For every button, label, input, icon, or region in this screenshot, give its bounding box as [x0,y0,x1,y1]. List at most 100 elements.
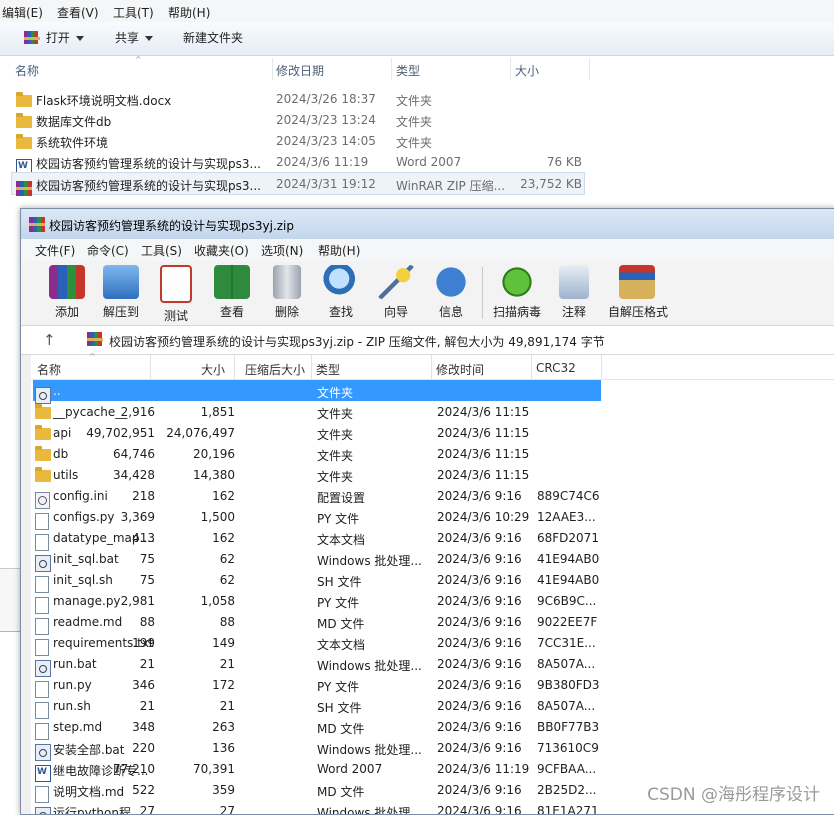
archive-row[interactable]: 安装全部.bat 220 136 Windows 批处理... 2024/3/6 9:1… [33,737,601,761]
file-row[interactable]: 系统软件环境 2024/3/23 14:05 文件夹 [12,130,584,151]
find-button[interactable]: 查找 [313,265,369,320]
archive-packed-size: 24,076,497 [166,426,235,440]
parent-folder-icon [35,383,51,404]
file-row[interactable]: Flask环境说明文档.docx 2024/3/26 18:37 文件夹 [12,88,584,109]
archive-file-name: db [53,447,69,461]
archive-file-type: SH 文件 [317,575,362,589]
archive-modified-time: 2024/3/6 11:15 [437,426,530,440]
archive-row[interactable]: utils 34,428 14,380 文件夹 2024/3/6 11:15 [33,464,601,485]
add-button[interactable]: 添加 [39,265,95,320]
column-divider[interactable] [311,355,312,379]
archive-crc32: 8A507A... [537,699,596,713]
comment-button[interactable]: 注释 [546,265,602,320]
archive-row-selected[interactable]: .. 文件夹 [33,380,601,404]
file-name: 校园访客预约管理系统的设计与实现ps3... [36,179,261,193]
batch-file-icon [35,656,51,677]
archive-row[interactable]: __pycache__ 2,916 1,851 文件夹 2024/3/6 11:15 [33,401,601,422]
archive-row[interactable]: configs.py 3,369 1,500 PY 文件 2024/3/6 10:29 1… [33,506,601,530]
file-date: 2024/3/6 11:19 [276,155,369,169]
file-icon [35,572,51,593]
wizard-button[interactable]: 向导 [368,265,424,320]
archive-row[interactable]: readme.md 88 88 MD 文件 2024/3/6 9:16 9022EE7F [33,611,601,635]
archive-row[interactable]: datatype_map.... 413 162 文本文档 2024/3/6 9:16 6… [33,527,601,551]
winrar-archive-icon [16,177,32,196]
column-type[interactable]: 类型 [396,62,420,79]
menu-favorites[interactable]: 收藏夹(O) [194,242,249,259]
watermark: CSDN @海彤程序设计 [647,785,820,805]
menu-commands[interactable]: 命令(C) [87,242,129,259]
batch-file-icon [35,740,51,761]
tool-label: 解压到 [102,305,139,319]
extract-to-button[interactable]: 解压到 [93,265,149,320]
sfx-button[interactable]: 自解压格式 [608,265,668,320]
menu-view[interactable]: 查看(V) [57,4,99,21]
archive-row[interactable]: run.sh 21 21 SH 文件 2024/3/6 9:16 8A507A... [33,695,601,719]
column-packed[interactable]: 压缩后大小 [245,361,305,378]
test-button[interactable]: 测试 [148,265,204,324]
archive-crc32: 41E94AB0 [537,552,600,566]
file-icon [35,782,51,803]
archive-row[interactable]: 说明文档.md 522 359 MD 文件 2024/3/6 9:16 2B25D2... [33,779,601,803]
archive-row[interactable]: init_sql.bat 75 62 Windows 批处理... 2024/3/6 9… [33,548,601,572]
tool-label: 扫描病毒 [492,305,541,319]
winrar-menu-bar: 文件(F) 命令(C) 工具(S) 收藏夹(O) 选项(N) 帮助(H) [21,239,834,262]
archive-row[interactable]: step.md 348 263 MD 文件 2024/3/6 9:16 BB0F77B3 [33,716,601,740]
archive-packed-size: 149 [212,636,235,650]
column-divider[interactable] [431,355,432,379]
tool-label: 信息 [438,305,463,319]
column-divider[interactable] [510,58,511,80]
column-divider[interactable] [589,58,590,80]
archive-row[interactable]: init_sql.sh 75 62 SH 文件 2024/3/6 9:16 41E94AB… [33,569,601,593]
file-row-selected[interactable]: 校园访客预约管理系统的设计与实现ps3... 2024/3/31 19:12 W… [11,172,585,196]
archive-modified-time: 2024/3/6 9:16 [437,804,522,815]
open-button[interactable]: 打开 [24,29,84,47]
file-size: 76 KB [546,155,582,169]
archive-file-name: api [53,426,72,440]
archive-row[interactable]: db 64,746 20,196 文件夹 2024/3/6 11:15 [33,443,601,464]
column-size[interactable]: 大小 [515,62,539,79]
file-row[interactable]: 数据库文件db 2024/3/23 13:24 文件夹 [12,109,584,130]
menu-tools[interactable]: 工具(T) [113,4,154,21]
winrar-title-bar[interactable]: 校园访客预约管理系统的设计与实现ps3yj.zip [21,209,834,239]
share-button[interactable]: 共享 [115,29,154,47]
archive-file-type: 配置设置 [317,491,366,505]
archive-file-size: 64,746 [113,447,155,461]
archive-row[interactable]: run.py 346 172 PY 文件 2024/3/6 9:16 9B380FD3 [33,674,601,698]
column-divider[interactable] [234,355,235,379]
file-row[interactable]: 校园访客预约管理系统的设计与实现ps3... 2024/3/6 11:19 Wo… [12,151,584,176]
column-modified[interactable]: 修改时间 [436,361,484,378]
column-divider[interactable] [601,355,602,379]
archive-row[interactable]: manage.py 2,981 1,058 PY 文件 2024/3/6 9:16 9C6… [33,590,601,614]
column-date[interactable]: 修改日期 [276,62,324,79]
column-divider[interactable] [531,355,532,379]
column-size[interactable]: 大小 [201,361,225,378]
archive-file-name: readme.md [53,615,123,629]
menu-file[interactable]: 文件(F) [35,242,75,259]
chevron-down-icon [145,36,154,41]
menu-help[interactable]: 帮助(H) [168,4,210,21]
menu-edit[interactable]: 编辑(E) [2,4,43,21]
menu-help[interactable]: 帮助(H) [318,242,360,259]
column-name[interactable]: 名称 [15,62,39,79]
info-button[interactable]: 信息 [423,265,479,320]
archive-row[interactable]: 继电故障诊断专...77,21070,391Word 20072024/3/6 … [33,758,601,782]
menu-options[interactable]: 选项(N) [261,242,303,259]
column-crc[interactable]: CRC32 [536,361,576,375]
column-divider[interactable] [150,355,151,379]
up-arrow-icon[interactable]: ↑ [43,331,56,349]
column-type[interactable]: 类型 [316,361,340,378]
archive-file-name: config.ini [53,489,108,503]
archive-file-type: 文本文档 [317,533,366,547]
column-divider[interactable] [272,58,273,80]
menu-tools[interactable]: 工具(S) [141,242,182,259]
archive-row[interactable]: run.bat 21 21 Windows 批处理... 2024/3/6 9:16 8A… [33,653,601,677]
virus-scan-button[interactable]: 扫描病毒 [489,265,545,320]
archive-row[interactable]: requirements.txt 199 149 文本文档 2024/3/6 9:16 7… [33,632,601,656]
view-button[interactable]: 查看 [204,265,260,320]
column-name[interactable]: 名称 [37,361,61,378]
archive-row[interactable]: api 49,702,951 24,076,497 文件夹 2024/3/6 11:15 [33,422,601,443]
archive-row[interactable]: config.ini 218 162 配置设置 2024/3/6 9:16 889C74C… [33,485,601,509]
new-folder-button[interactable]: 新建文件夹 [183,29,243,47]
column-divider[interactable] [391,58,392,80]
delete-button[interactable]: 删除 [259,265,315,320]
